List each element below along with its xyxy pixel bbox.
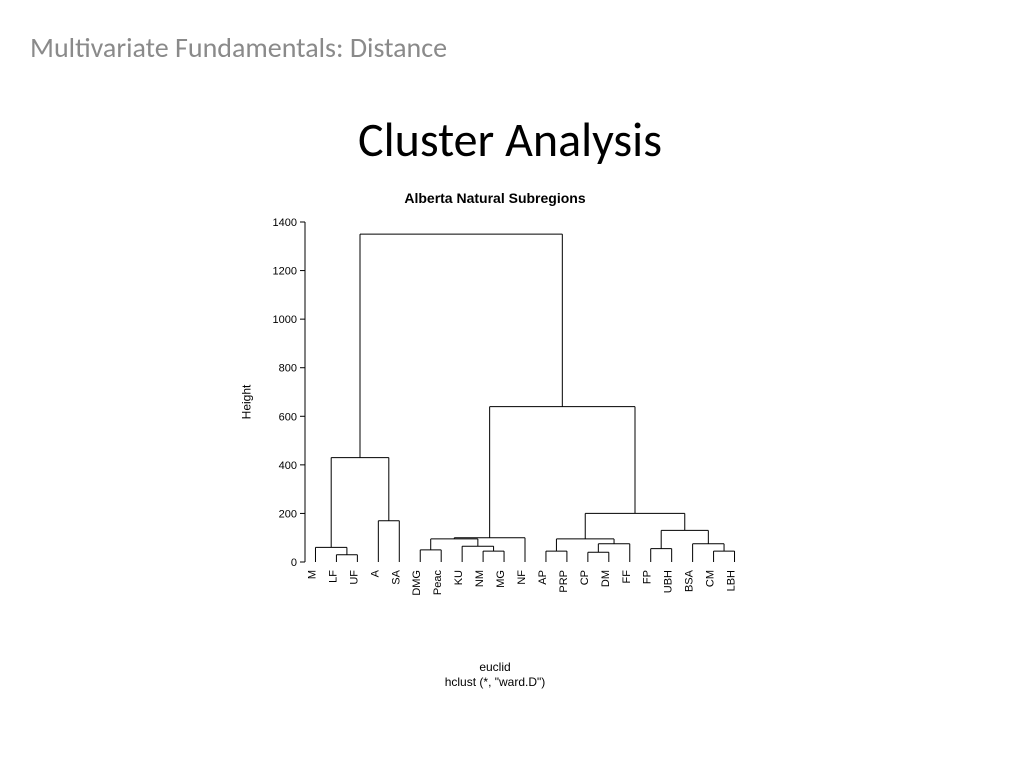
svg-text:A: A — [369, 569, 381, 577]
svg-text:800: 800 — [279, 363, 297, 375]
svg-text:DM: DM — [600, 570, 612, 587]
svg-text:MG: MG — [495, 570, 507, 588]
svg-text:0: 0 — [291, 557, 297, 569]
svg-text:1400: 1400 — [273, 217, 297, 229]
svg-text:200: 200 — [279, 508, 297, 520]
svg-text:DMG: DMG — [411, 570, 423, 596]
svg-text:M: M — [306, 570, 318, 579]
chart-title: Alberta Natural Subregions — [235, 190, 755, 206]
svg-text:PRP: PRP — [558, 570, 570, 593]
caption-method: hclust (*, "ward.D") — [445, 675, 546, 689]
svg-text:CM: CM — [705, 570, 717, 587]
chart-plot-area: Height 0 200 400 600 800 1000 1200 1400 M LF UF A SA… — [235, 212, 755, 592]
svg-text:BSA: BSA — [684, 569, 696, 592]
dendrogram-svg: 0 200 400 600 800 1000 1200 1400 M LF UF A SA DMG Peac… — [235, 212, 755, 652]
caption-distance: euclid — [479, 660, 510, 674]
slide-title: Cluster Analysis — [0, 110, 1020, 169]
svg-text:LF: LF — [327, 570, 339, 583]
y-axis-label: Height — [239, 385, 253, 420]
svg-text:1000: 1000 — [273, 314, 297, 326]
slide-header: Multivariate Fundamentals: Distance — [30, 30, 447, 65]
svg-text:NF: NF — [516, 570, 528, 585]
svg-text:FF: FF — [621, 570, 633, 584]
svg-text:AP: AP — [537, 570, 549, 585]
svg-text:UBH: UBH — [663, 570, 675, 593]
svg-text:600: 600 — [279, 411, 297, 423]
svg-text:FP: FP — [642, 570, 654, 584]
chart-caption: euclid hclust (*, "ward.D") — [235, 660, 755, 690]
svg-text:1200: 1200 — [273, 266, 297, 278]
svg-text:NM: NM — [474, 570, 486, 587]
svg-text:CP: CP — [579, 570, 591, 585]
svg-text:UF: UF — [348, 570, 360, 585]
svg-text:Peac: Peac — [432, 570, 444, 596]
svg-text:SA: SA — [390, 569, 402, 584]
svg-text:400: 400 — [279, 460, 297, 472]
slide: Multivariate Fundamentals: Distance Clus… — [0, 0, 1020, 765]
svg-text:KU: KU — [453, 570, 465, 585]
svg-text:LBH: LBH — [726, 570, 738, 591]
dendrogram-chart: Alberta Natural Subregions Height 0 200 40… — [235, 190, 755, 690]
